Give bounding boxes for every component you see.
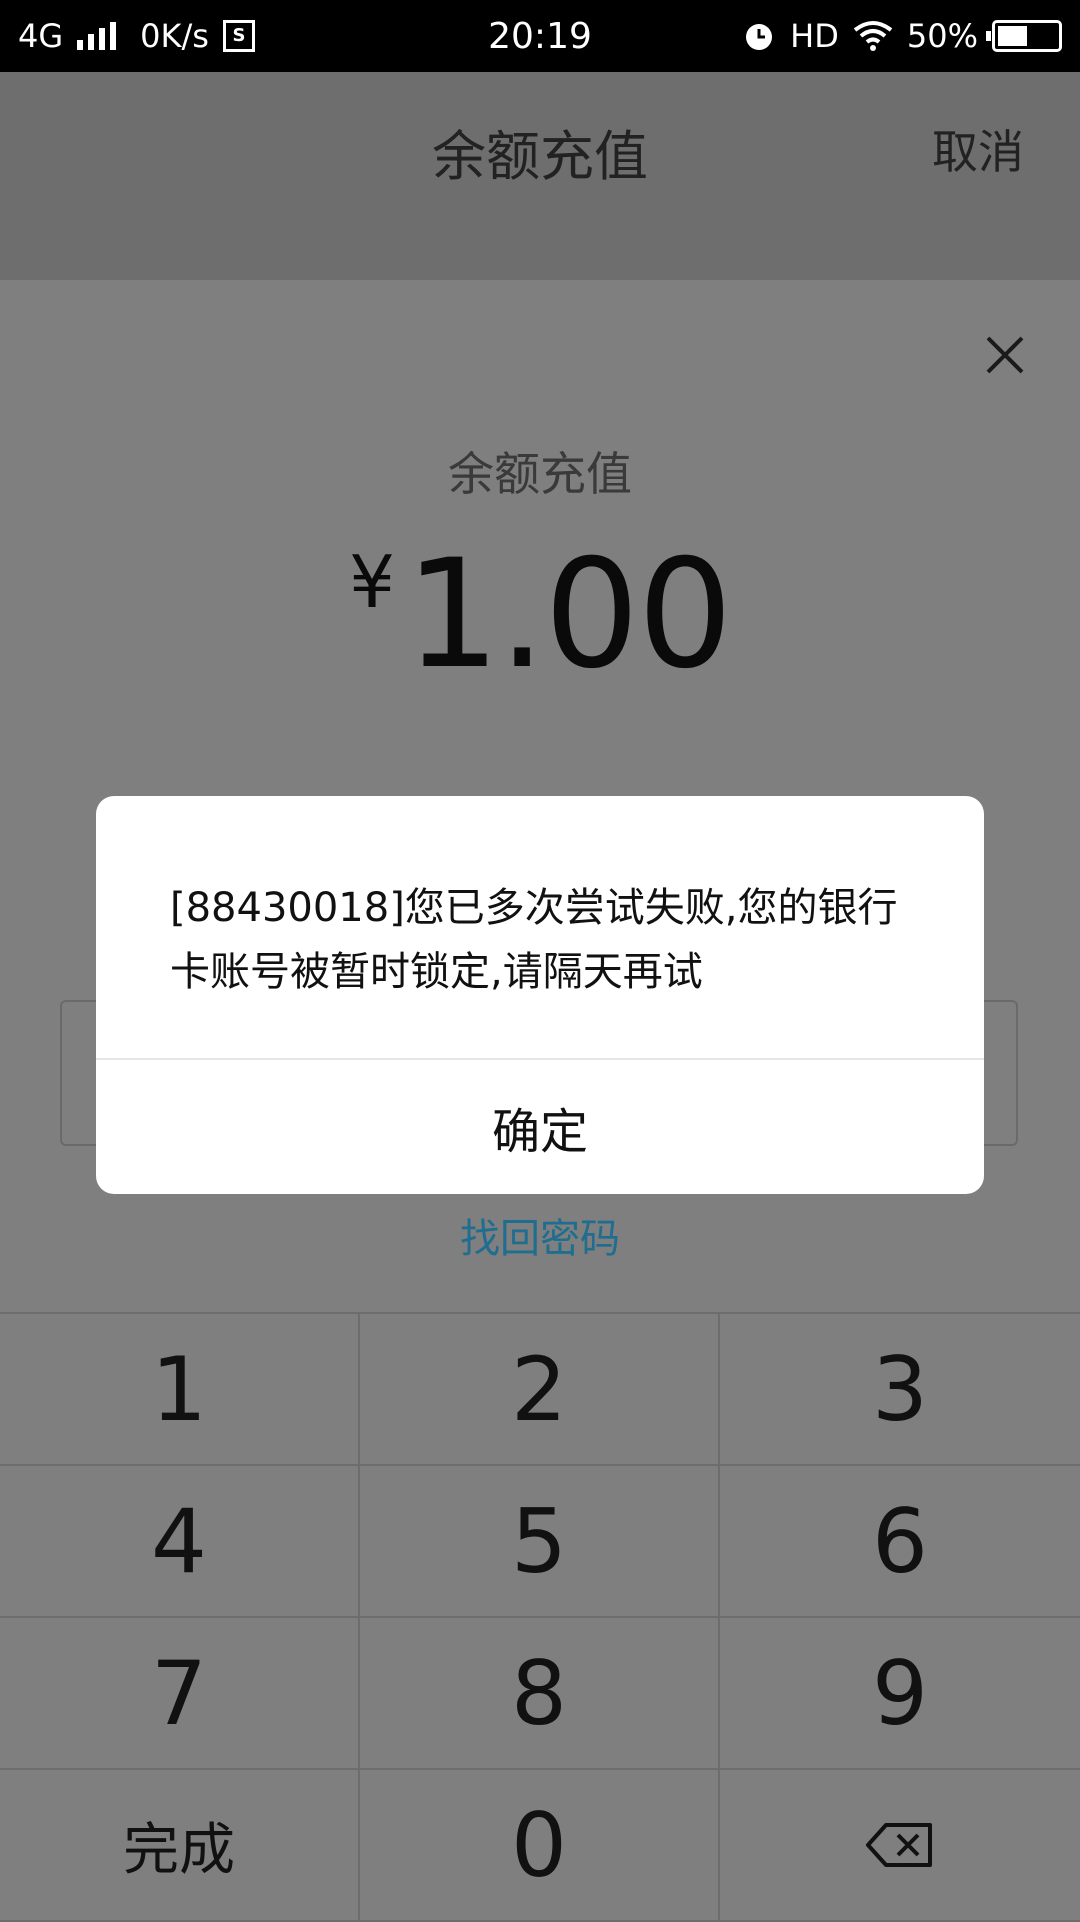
- forgot-password-link[interactable]: 找回密码: [0, 1206, 1080, 1264]
- done-key[interactable]: 完成: [0, 1770, 360, 1922]
- status-bar: 4G 0K/s S 20:19 HD 50%: [0, 0, 1080, 72]
- amount-value: 1.00: [404, 528, 733, 702]
- key-3[interactable]: 3: [720, 1314, 1080, 1466]
- alarm-icon: [746, 24, 773, 50]
- alert-dialog: [88430018]您已多次尝试失败,您的银行卡账号被暂时锁定,请隔天再试 确定: [96, 796, 984, 1194]
- sheet-title: 余额充值: [448, 447, 632, 501]
- backspace-icon: [866, 1823, 932, 1867]
- battery-icon: [986, 20, 1062, 52]
- alert-message: [88430018]您已多次尝试失败,您的银行卡账号被暂时锁定,请隔天再试: [170, 885, 898, 995]
- key-9[interactable]: 9: [720, 1618, 1080, 1770]
- status-right: HD 50%: [742, 0, 1062, 72]
- hd-label: HD: [790, 17, 839, 55]
- key-6[interactable]: 6: [720, 1466, 1080, 1618]
- page-header: 余额充值 取消: [0, 72, 1080, 280]
- page-title: 余额充值: [432, 125, 648, 188]
- key-4[interactable]: 4: [0, 1466, 360, 1618]
- key-8[interactable]: 8: [360, 1618, 720, 1770]
- amount-display: ¥1.00: [0, 528, 1080, 702]
- battery-fill: [998, 26, 1027, 46]
- key-7[interactable]: 7: [0, 1618, 360, 1770]
- key-0[interactable]: 0: [360, 1770, 720, 1922]
- close-icon[interactable]: [980, 330, 1030, 380]
- key-2[interactable]: 2: [360, 1314, 720, 1466]
- cancel-button[interactable]: 取消: [932, 116, 1024, 182]
- wifi-icon: [853, 21, 893, 51]
- currency-symbol: ¥: [349, 540, 395, 624]
- key-1[interactable]: 1: [0, 1314, 360, 1466]
- delete-key[interactable]: [720, 1770, 1080, 1922]
- confirm-button[interactable]: 确定: [96, 1060, 984, 1194]
- battery-percent: 50%: [906, 17, 978, 55]
- numeric-keypad: 1 2 3 4 5 6 7 8 9 完成 0: [0, 1312, 1080, 1922]
- key-5[interactable]: 5: [360, 1466, 720, 1618]
